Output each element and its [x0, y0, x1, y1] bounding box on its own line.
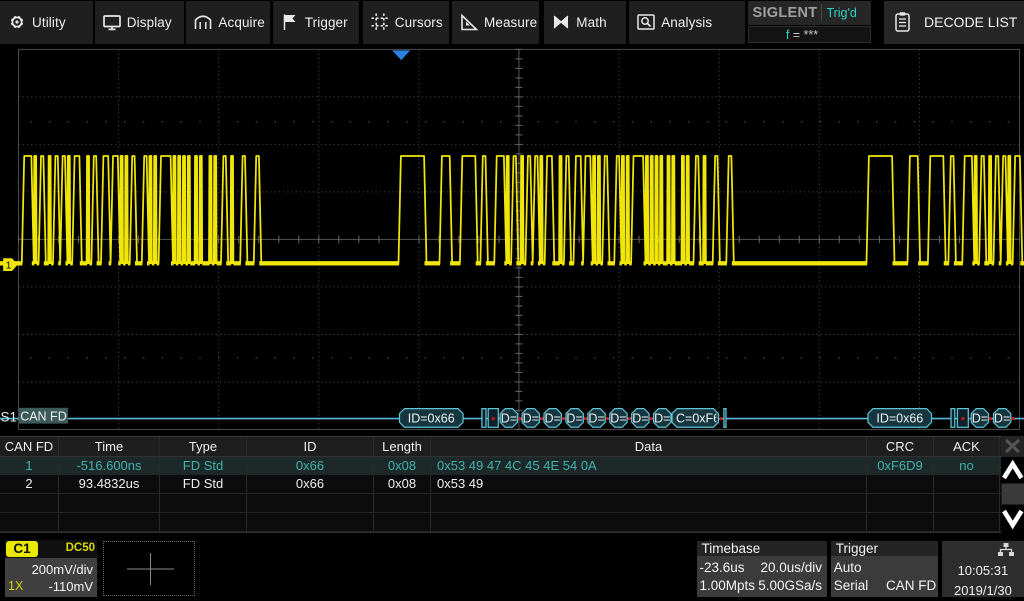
svg-text:D=: D=	[501, 412, 517, 426]
svg-text:D=: D=	[545, 412, 561, 426]
svg-text:S1: S1	[1, 410, 18, 425]
svg-text:D=: D=	[972, 412, 988, 426]
svg-text:D=: D=	[632, 412, 648, 426]
svg-text:CAN FD: CAN FD	[20, 409, 67, 423]
svg-text:D=: D=	[654, 412, 670, 426]
svg-text:ID=0x66: ID=0x66	[876, 412, 923, 426]
svg-text:D=: D=	[523, 412, 539, 426]
svg-text:D=: D=	[566, 412, 582, 426]
svg-text:1: 1	[6, 260, 12, 272]
svg-text:D=: D=	[610, 412, 626, 426]
svg-text:D=: D=	[588, 412, 604, 426]
svg-text:ID=0x66: ID=0x66	[408, 412, 455, 426]
svg-text:D=: D=	[994, 412, 1010, 426]
